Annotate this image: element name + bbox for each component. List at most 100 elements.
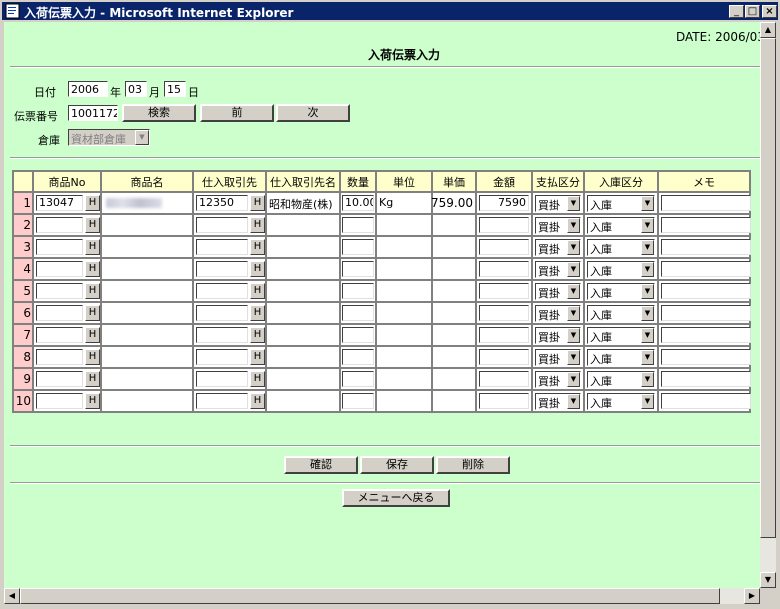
item-no-input[interactable] [36, 349, 83, 365]
quantity-input[interactable] [342, 217, 374, 233]
item-lookup-button[interactable]: H [85, 195, 100, 211]
payment-type-select[interactable]: 買掛 ▼ [535, 239, 581, 256]
supplier-lookup-button[interactable]: H [250, 239, 265, 255]
supplier-lookup-button[interactable]: H [250, 371, 265, 387]
scroll-left-icon[interactable]: ◀ [4, 588, 20, 604]
receipt-type-select[interactable]: 入庫 ▼ [587, 349, 655, 366]
amount-input[interactable] [479, 371, 529, 387]
month-input[interactable]: 03 [125, 81, 147, 97]
close-button[interactable]: × [762, 5, 777, 18]
supplier-input[interactable] [196, 305, 248, 321]
item-lookup-button[interactable]: H [85, 371, 100, 387]
scroll-down-icon[interactable]: ▼ [760, 572, 776, 588]
supplier-lookup-button[interactable]: H [250, 195, 265, 211]
receipt-type-select[interactable]: 入庫 ▼ [587, 305, 655, 322]
payment-type-select[interactable]: 買掛 ▼ [535, 261, 581, 278]
quantity-input[interactable] [342, 239, 374, 255]
amount-input[interactable] [479, 327, 529, 343]
search-button[interactable]: 検索 [122, 104, 196, 122]
vertical-scrollbar[interactable]: ▲ ▼ [760, 22, 776, 588]
quantity-input[interactable] [342, 371, 374, 387]
item-lookup-button[interactable]: H [85, 393, 100, 409]
amount-input[interactable] [479, 349, 529, 365]
memo-input[interactable] [661, 327, 751, 343]
quantity-input[interactable] [342, 283, 374, 299]
supplier-input[interactable] [196, 393, 248, 409]
receipt-type-select[interactable]: 入庫 ▼ [587, 217, 655, 234]
save-button[interactable]: 保存 [360, 456, 434, 474]
supplier-lookup-button[interactable]: H [250, 305, 265, 321]
memo-input[interactable] [661, 371, 751, 387]
back-to-menu-button[interactable]: メニューへ戻る [342, 489, 450, 507]
prev-button[interactable]: 前 [200, 104, 274, 122]
quantity-input[interactable] [342, 261, 374, 277]
quantity-input[interactable] [342, 393, 374, 409]
amount-input[interactable] [479, 283, 529, 299]
item-lookup-button[interactable]: H [85, 305, 100, 321]
item-no-input[interactable] [36, 217, 83, 233]
receipt-type-select[interactable]: 入庫 ▼ [587, 283, 655, 300]
supplier-input[interactable] [196, 327, 248, 343]
supplier-lookup-button[interactable]: H [250, 349, 265, 365]
amount-input[interactable] [479, 239, 529, 255]
supplier-input[interactable] [196, 371, 248, 387]
amount-input[interactable] [479, 393, 529, 409]
day-input[interactable]: 15 [164, 81, 186, 97]
amount-input[interactable]: 7590 [479, 195, 529, 211]
item-no-input[interactable] [36, 327, 83, 343]
supplier-input[interactable] [196, 349, 248, 365]
payment-type-select[interactable]: 買掛 ▼ [535, 283, 581, 300]
item-no-input[interactable]: 13047 [36, 195, 83, 211]
memo-input[interactable] [661, 217, 751, 233]
quantity-input[interactable] [342, 305, 374, 321]
item-lookup-button[interactable]: H [85, 283, 100, 299]
item-lookup-button[interactable]: H [85, 327, 100, 343]
receipt-type-select[interactable]: 入庫 ▼ [587, 195, 655, 212]
supplier-lookup-button[interactable]: H [250, 393, 265, 409]
item-lookup-button[interactable]: H [85, 217, 100, 233]
item-lookup-button[interactable]: H [85, 261, 100, 277]
payment-type-select[interactable]: 買掛 ▼ [535, 195, 581, 212]
memo-input[interactable] [661, 283, 751, 299]
payment-type-select[interactable]: 買掛 ▼ [535, 305, 581, 322]
amount-input[interactable] [479, 305, 529, 321]
receipt-type-select[interactable]: 入庫 ▼ [587, 393, 655, 410]
item-no-input[interactable] [36, 393, 83, 409]
supplier-lookup-button[interactable]: H [250, 217, 265, 233]
payment-type-select[interactable]: 買掛 ▼ [535, 327, 581, 344]
memo-input[interactable] [661, 261, 751, 277]
memo-input[interactable] [661, 349, 751, 365]
scroll-right-icon[interactable]: ▶ [744, 588, 760, 604]
receipt-type-select[interactable]: 入庫 ▼ [587, 239, 655, 256]
confirm-button[interactable]: 確認 [284, 456, 358, 474]
maximize-button[interactable]: □ [745, 5, 760, 18]
item-lookup-button[interactable]: H [85, 239, 100, 255]
supplier-input[interactable] [196, 283, 248, 299]
scroll-up-icon[interactable]: ▲ [760, 22, 776, 38]
memo-input[interactable] [661, 195, 751, 211]
item-no-input[interactable] [36, 305, 83, 321]
payment-type-select[interactable]: 買掛 ▼ [535, 349, 581, 366]
warehouse-select[interactable]: 資材部倉庫 ▼ [68, 129, 150, 146]
item-no-input[interactable] [36, 371, 83, 387]
payment-type-select[interactable]: 買掛 ▼ [535, 217, 581, 234]
year-input[interactable]: 2006 [68, 81, 108, 97]
supplier-lookup-button[interactable]: H [250, 261, 265, 277]
quantity-input[interactable]: 10.00 [342, 195, 374, 211]
memo-input[interactable] [661, 305, 751, 321]
supplier-lookup-button[interactable]: H [250, 327, 265, 343]
receipt-type-select[interactable]: 入庫 ▼ [587, 371, 655, 388]
memo-input[interactable] [661, 393, 751, 409]
item-no-input[interactable] [36, 239, 83, 255]
delete-button[interactable]: 削除 [436, 456, 510, 474]
supplier-input[interactable] [196, 239, 248, 255]
memo-input[interactable] [661, 239, 751, 255]
next-button[interactable]: 次 [276, 104, 350, 122]
supplier-input[interactable]: 12350 [196, 195, 248, 211]
amount-input[interactable] [479, 261, 529, 277]
horizontal-scrollbar[interactable]: ◀ ▶ [4, 588, 760, 604]
supplier-input[interactable] [196, 217, 248, 233]
supplier-input[interactable] [196, 261, 248, 277]
receipt-type-select[interactable]: 入庫 ▼ [587, 327, 655, 344]
quantity-input[interactable] [342, 327, 374, 343]
